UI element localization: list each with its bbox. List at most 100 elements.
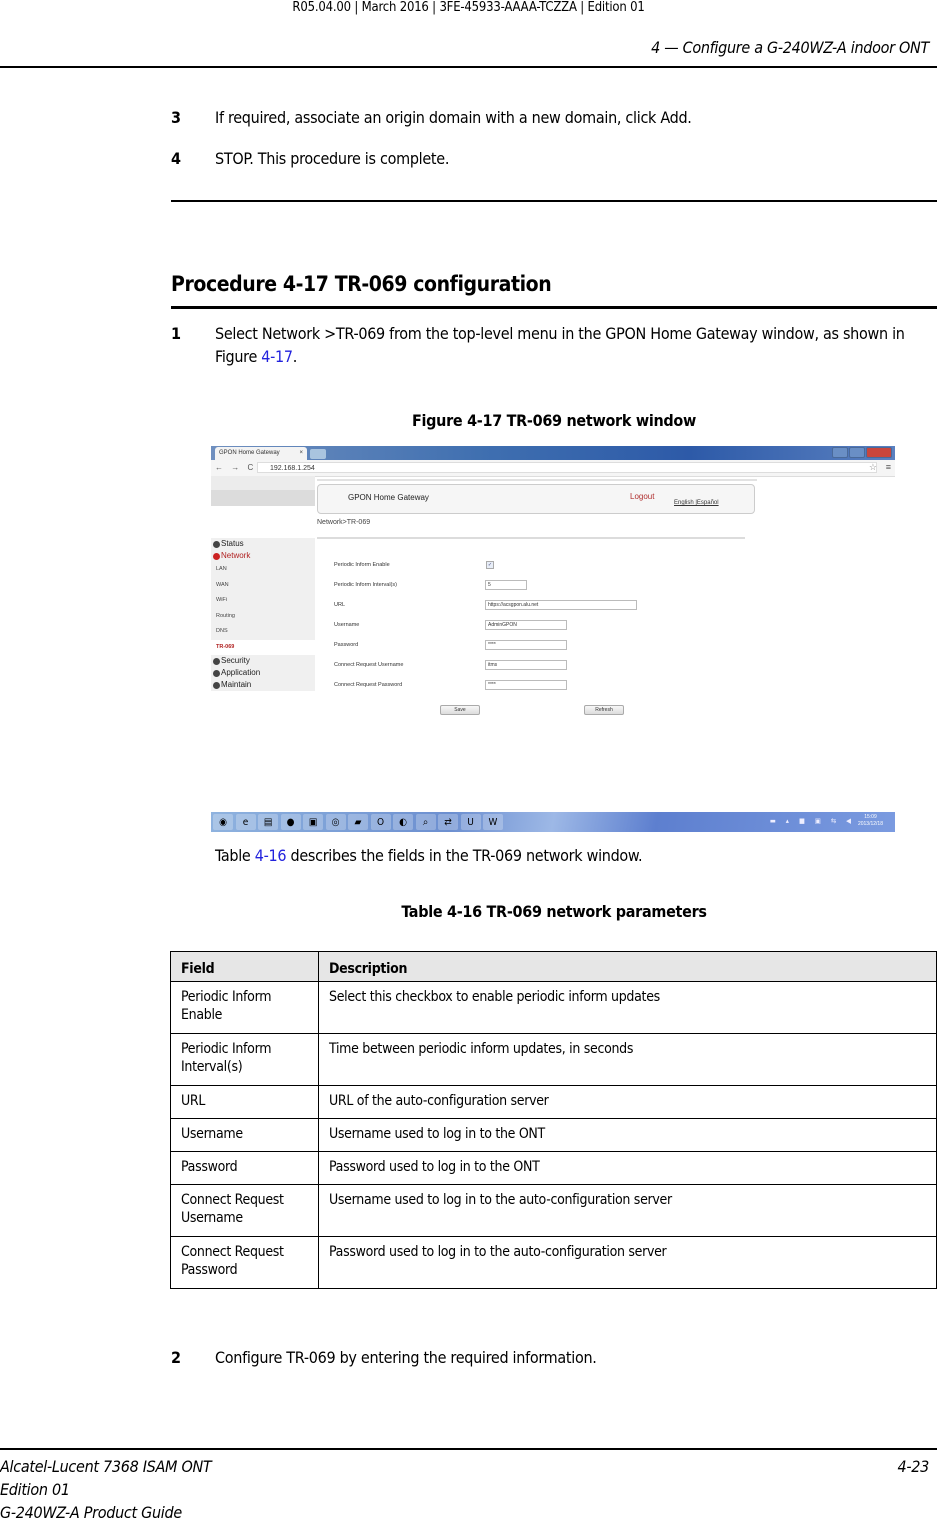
field-cell: Password: [170, 1151, 319, 1185]
control-panel-icon[interactable]: ▣: [303, 814, 323, 830]
expand-plus-icon: [213, 669, 220, 677]
refresh-button[interactable]: Refresh: [584, 705, 624, 715]
periodic-inform-interval-input[interactable]: 5: [485, 580, 527, 590]
table-row: Periodic Inform Enable Select this check…: [170, 981, 937, 1034]
file-explorer-icon[interactable]: ▤: [258, 814, 278, 830]
chapter-header: 4 — Configure a G-240WZ-A indoor ONT: [651, 38, 929, 57]
table-row: Periodic Inform Interval(s) Time between…: [170, 1033, 937, 1086]
expand-plus-icon: [213, 657, 220, 665]
column-header-description: Description: [318, 951, 937, 982]
nav-buttons-icon[interactable]: ← → C: [215, 463, 256, 472]
form-row-periodic-inform-enable: Periodic Inform Enable ✓: [334, 560, 754, 570]
field-cell: URL: [170, 1085, 319, 1119]
step-2-text: Configure TR-069 by entering the require…: [215, 1348, 597, 1367]
sidebar-subitem-routing[interactable]: Routing: [211, 608, 315, 624]
notebook-icon[interactable]: ▰: [348, 814, 368, 830]
outlook-icon[interactable]: O: [370, 814, 391, 830]
figure-title: Figure 4-17 TR-069 network window: [412, 411, 696, 430]
table-reference-text: Table 4-16 describes the fields in the T…: [215, 846, 643, 865]
address-bar[interactable]: 192.168.1.254: [257, 462, 877, 473]
form-row-url: URL https://acsgpon.alu.net: [334, 600, 754, 610]
browser-menu-icon[interactable]: ≡: [886, 462, 891, 472]
step-number: 1: [171, 324, 182, 343]
clock-time: 15:09: [864, 814, 877, 820]
internet-explorer-icon[interactable]: e: [235, 814, 256, 830]
periodic-inform-enable-checkbox[interactable]: ✓: [486, 561, 494, 569]
procedure-end-rule: [171, 200, 937, 202]
expand-plus-icon: [213, 681, 220, 689]
sidebar-header-bg: [211, 476, 315, 490]
column-header-field: Field: [170, 951, 319, 982]
figure-link[interactable]: 4-17: [261, 347, 293, 366]
collapse-minus-icon: [213, 552, 220, 560]
description-cell: Time between periodic inform updates, in…: [318, 1033, 937, 1086]
save-button[interactable]: Save: [440, 705, 480, 715]
header-rule: [0, 66, 937, 68]
browser-titlebar: GPON Home Gateway ×: [211, 446, 895, 460]
caption-start: Table: [215, 846, 255, 865]
step-1-text: Select Network >TR-069 from the top-leve…: [215, 322, 925, 368]
header-divider: [317, 479, 757, 481]
bookmark-star-icon[interactable]: ☆: [869, 462, 877, 473]
network-tool-icon[interactable]: ◐: [393, 814, 413, 830]
sidebar-item-security[interactable]: Security: [211, 655, 315, 667]
sidebar-subitem-lan[interactable]: LAN: [211, 562, 315, 578]
url-input[interactable]: https://acsgpon.alu.net: [485, 600, 637, 610]
new-tab-button[interactable]: [310, 449, 326, 459]
browser-tab[interactable]: GPON Home Gateway ×: [215, 447, 307, 460]
page-number: 4-23: [897, 1457, 930, 1476]
field-cell: Periodic Inform Enable: [170, 981, 319, 1034]
step-1-text-end: .: [292, 347, 298, 366]
maximize-button[interactable]: [849, 447, 865, 458]
search-user-icon[interactable]: ⌕: [415, 814, 436, 830]
browser-toolbar: ← → C 192.168.1.254 ☆ ≡: [211, 460, 895, 477]
description-cell: Username used to log in to the ONT: [318, 1118, 937, 1152]
gateway-header: GPON Home Gateway Logout English |Españo…: [317, 484, 755, 514]
table-link[interactable]: 4-16: [255, 846, 287, 865]
tr069-parameters-table: Field Description Periodic Inform Enable…: [170, 951, 937, 1289]
clock-date: 2013/12/18: [857, 821, 883, 827]
field-label: Connect Request Password: [334, 682, 403, 688]
form-row-periodic-inform-interval: Periodic Inform Interval(s) 5: [334, 580, 754, 590]
password-input[interactable]: ****: [485, 640, 567, 650]
tr069-window-screenshot: GPON Home Gateway × ← → C 192.168.1.254 …: [211, 446, 895, 832]
footer-guide: G-240WZ-A Product Guide: [0, 1503, 182, 1522]
language-switch[interactable]: English |Español: [674, 500, 719, 506]
word-icon[interactable]: W: [483, 814, 503, 830]
table-row: URL URL of the auto-configuration server: [170, 1085, 937, 1119]
sidebar-item-network[interactable]: Network: [211, 550, 315, 562]
sidebar-item-label: Maintain: [221, 680, 252, 689]
minimize-button[interactable]: [832, 447, 848, 458]
sidebar-subitem-wan[interactable]: WAN: [211, 577, 315, 593]
tab-close-icon[interactable]: ×: [299, 447, 303, 460]
table-row: Connect Request Username Username used t…: [170, 1184, 937, 1237]
sidebar-subitem-wifi[interactable]: WiFi: [211, 593, 315, 609]
table-row: Password Password used to log in to the …: [170, 1151, 937, 1185]
system-tray-icons[interactable]: ▬ ▴ ■ ▣ ⇆ ◀: [770, 817, 855, 825]
close-window-button[interactable]: [866, 447, 892, 458]
breadcrumb: Network>TR-069: [317, 519, 371, 526]
procedure-title-rule: [171, 306, 937, 309]
connect-request-password-input[interactable]: ****: [485, 680, 567, 690]
sidebar-subitem-dns[interactable]: DNS: [211, 624, 315, 640]
username-input[interactable]: AdminGPON: [485, 620, 567, 630]
logout-link[interactable]: Logout: [630, 492, 654, 501]
sidebar-item-label: Network: [221, 551, 251, 560]
step-number: 2: [171, 1348, 182, 1367]
start-orb-icon[interactable]: ◉: [213, 814, 233, 830]
form-row-password: Password ****: [334, 640, 754, 650]
field-label: Password: [334, 642, 359, 648]
sync-tool-icon[interactable]: ⇄: [438, 814, 458, 830]
firefox-icon[interactable]: ●: [280, 814, 301, 830]
field-label: Connect Request Username: [334, 662, 404, 668]
sidebar-subitem-tr069[interactable]: TR-069: [211, 639, 315, 655]
sidebar-item-status[interactable]: Status: [211, 538, 315, 550]
table-header-row: Field Description: [170, 951, 937, 982]
sidebar-item-maintain[interactable]: Maintain: [211, 679, 315, 691]
chrome-icon[interactable]: ◎: [325, 814, 346, 830]
footer-edition: Edition 01: [0, 1480, 70, 1499]
ultraedit-icon[interactable]: U: [460, 814, 481, 830]
connect-request-username-input[interactable]: itms: [485, 660, 567, 670]
sidebar-item-application[interactable]: Application: [211, 667, 315, 679]
description-cell: Password used to log in to the auto-conf…: [318, 1236, 937, 1289]
